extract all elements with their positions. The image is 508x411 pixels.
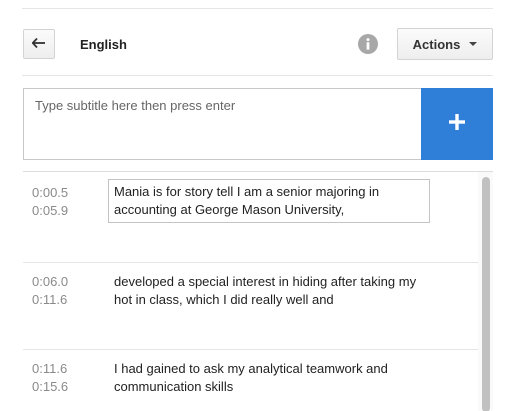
plus-icon (448, 113, 466, 136)
subtitle-text-editor[interactable]: Mania is for story tell I am a senior ma… (108, 179, 430, 223)
start-time: 0:06.0 (32, 274, 69, 289)
start-time: 0:00.5 (32, 185, 69, 200)
info-icon[interactable] (358, 34, 378, 54)
divider (22, 8, 493, 9)
subtitle-list: 0:00.5 0:05.9 Mania is for story tell I … (23, 171, 493, 411)
subtitle-input-box (23, 88, 421, 160)
caret-down-icon (469, 42, 478, 46)
subtitle-row[interactable]: 0:06.0 0:11.6 developed a special intere… (23, 263, 478, 350)
subtitle-times: 0:00.5 0:05.9 (32, 184, 68, 220)
editor-header: English Actions (22, 28, 493, 62)
add-subtitle-button[interactable] (421, 88, 493, 160)
back-button[interactable] (23, 29, 55, 59)
start-time: 0:11.6 (32, 361, 68, 376)
subtitle-row[interactable]: 0:11.6 0:15.6 I had gained to ask my ana… (23, 350, 478, 411)
end-time: 0:15.6 (32, 379, 69, 394)
subtitle-text: developed a special interest in hiding a… (114, 274, 417, 307)
subtitle-times: 0:11.6 0:15.6 (32, 360, 68, 396)
divider (22, 75, 493, 76)
end-time: 0:05.9 (32, 203, 69, 218)
end-time: 0:11.6 (32, 292, 68, 307)
actions-label: Actions (412, 36, 461, 52)
subtitle-input[interactable] (24, 89, 421, 159)
subtitle-times: 0:06.0 0:11.6 (32, 273, 68, 309)
arrow-left-icon (31, 35, 46, 53)
scrollbar[interactable] (478, 172, 493, 411)
subtitle-row[interactable]: 0:00.5 0:05.9 Mania is for story tell I … (23, 172, 478, 263)
subtitle-editor: English Actions 0:00.5 0:05.9 (0, 0, 508, 411)
language-label: English (80, 37, 127, 52)
subtitle-text: I had gained to ask my analytical teamwo… (114, 361, 388, 394)
scrollbar-thumb[interactable] (482, 177, 490, 411)
actions-dropdown-button[interactable]: Actions (397, 28, 493, 60)
